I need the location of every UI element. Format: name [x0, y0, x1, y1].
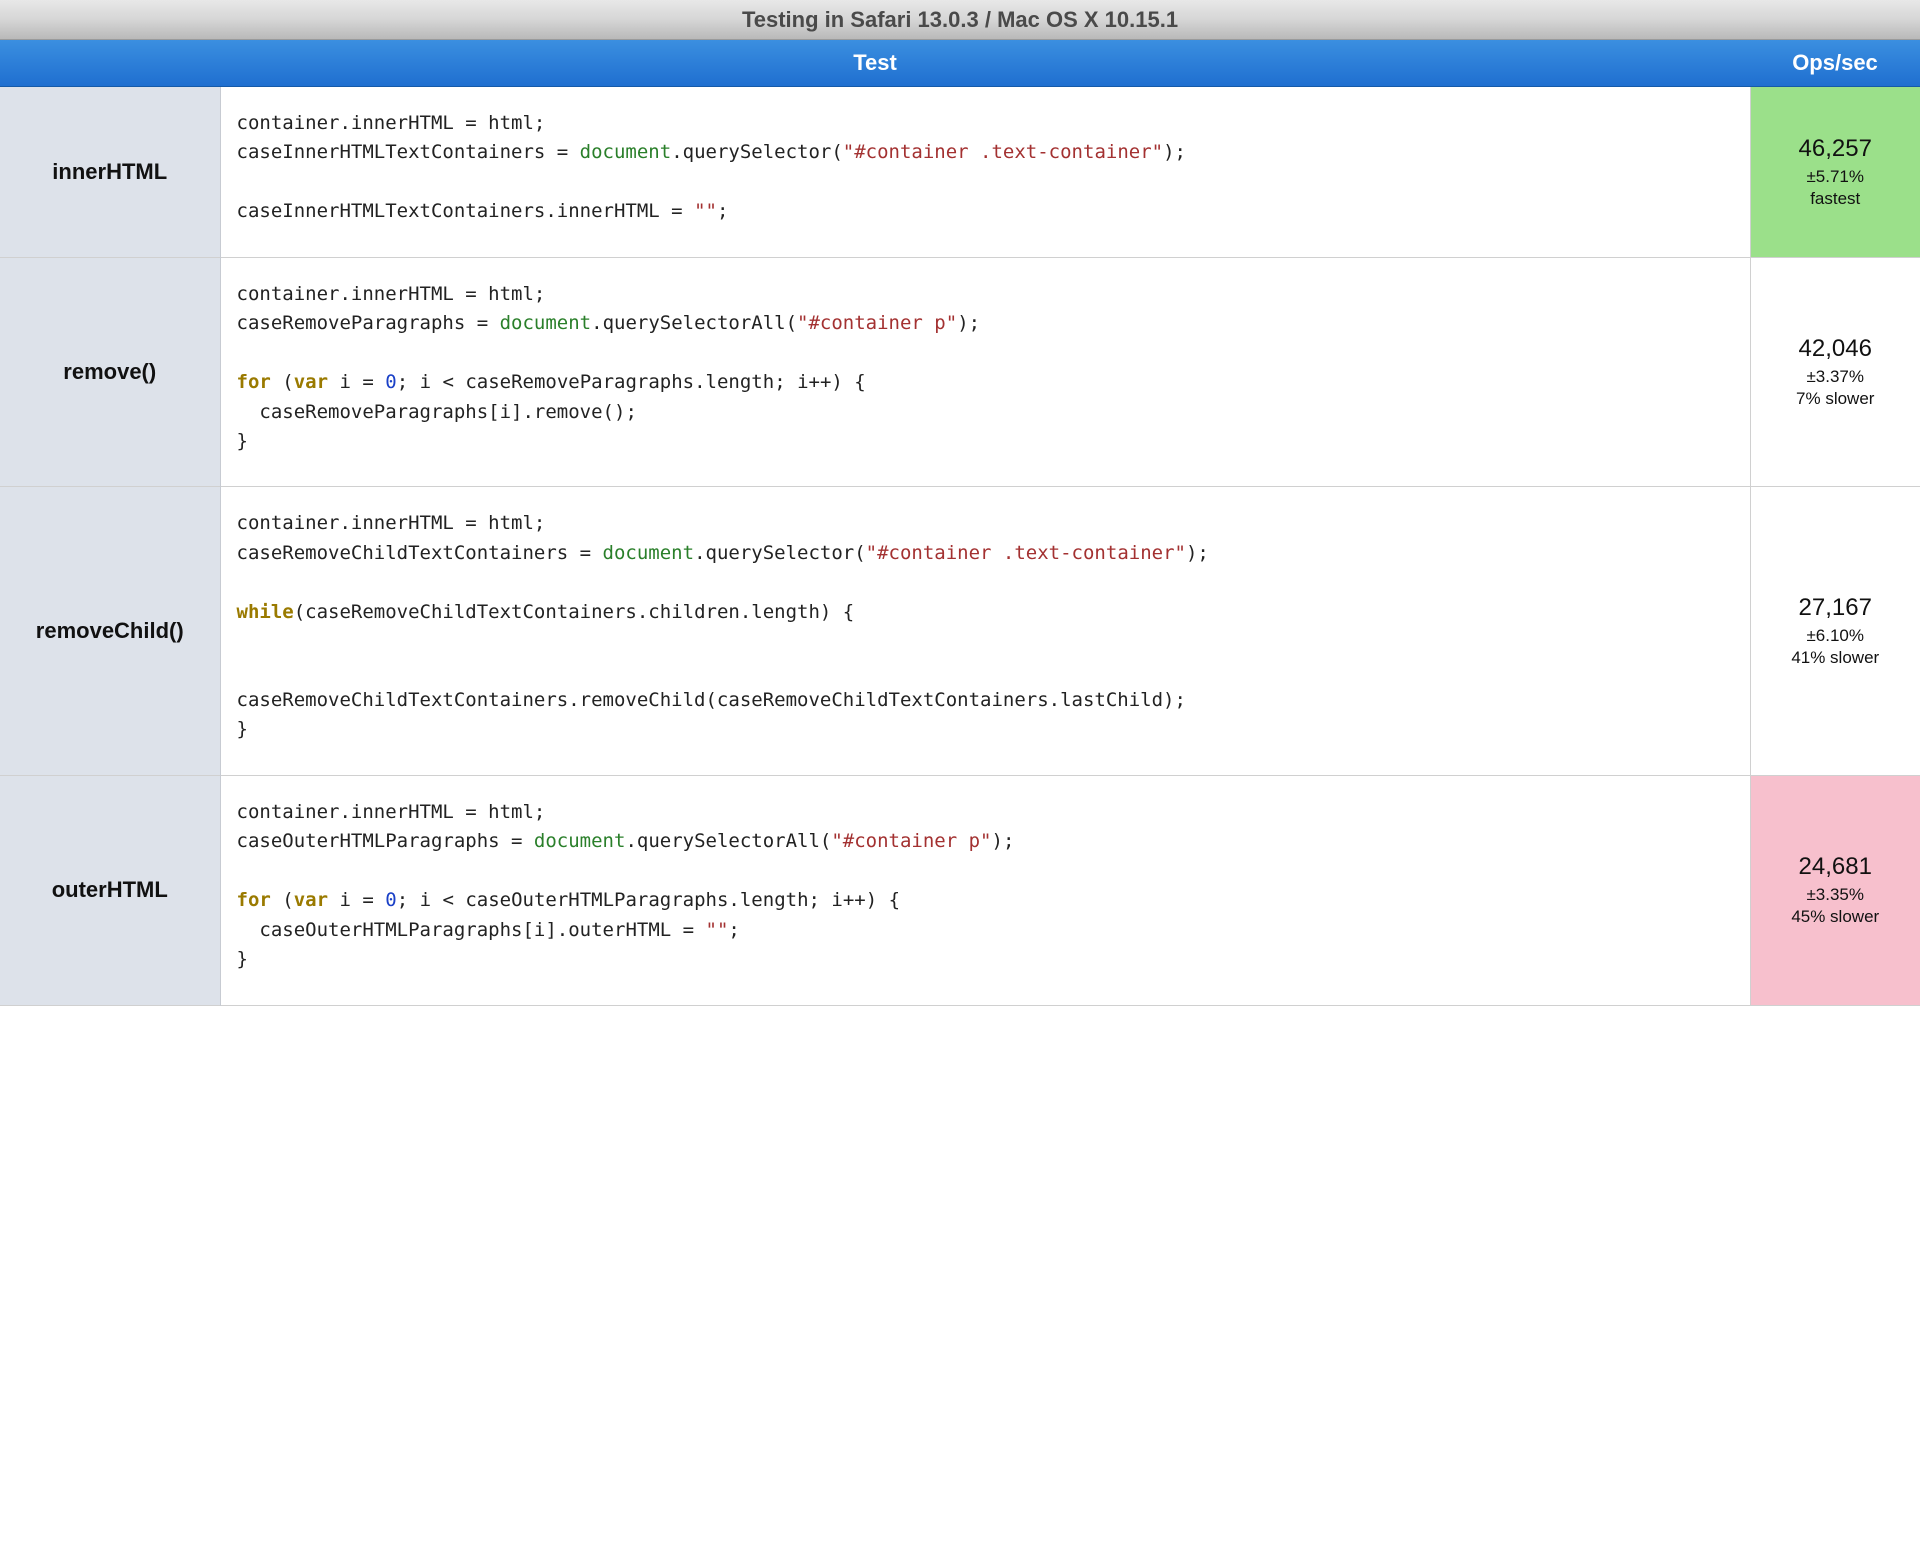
ops-value: 42,046	[1759, 335, 1913, 363]
ops-cell: 27,167 ±6.10%41% slower	[1750, 487, 1920, 776]
ops-value: 46,257	[1759, 135, 1913, 163]
window-titlebar: Testing in Safari 13.0.3 / Mac OS X 10.1…	[0, 0, 1920, 40]
ops-note: 7% slower	[1759, 389, 1913, 409]
ops-note: fastest	[1759, 189, 1913, 209]
ops-error: ±3.37%	[1759, 367, 1913, 387]
ops-note: 45% slower	[1759, 907, 1913, 927]
test-code-cell: container.innerHTML = html; caseOuterHTM…	[220, 775, 1750, 1005]
code-snippet: container.innerHTML = html; caseOuterHTM…	[237, 798, 1734, 975]
benchmark-table: Test Ops/sec innerHTMLcontainer.innerHTM…	[0, 40, 1920, 1006]
test-code-cell: container.innerHTML = html; caseInnerHTM…	[220, 87, 1750, 258]
ops-error: ±5.71%	[1759, 167, 1913, 187]
col-header-test: Test	[0, 40, 1750, 87]
table-row: innerHTMLcontainer.innerHTML = html; cas…	[0, 87, 1920, 258]
code-snippet: container.innerHTML = html; caseInnerHTM…	[237, 109, 1734, 227]
ops-value: 27,167	[1759, 594, 1913, 622]
ops-note: 41% slower	[1759, 648, 1913, 668]
code-snippet: container.innerHTML = html; caseRemovePa…	[237, 280, 1734, 457]
test-name-cell: outerHTML	[0, 775, 220, 1005]
test-code-cell: container.innerHTML = html; caseRemoveCh…	[220, 487, 1750, 776]
ops-cell: 24,681 ±3.35%45% slower	[1750, 775, 1920, 1005]
ops-cell: 42,046 ±3.37%7% slower	[1750, 257, 1920, 487]
col-header-ops: Ops/sec	[1750, 40, 1920, 87]
ops-error: ±6.10%	[1759, 626, 1913, 646]
table-row: outerHTMLcontainer.innerHTML = html; cas…	[0, 775, 1920, 1005]
ops-cell: 46,257 ±5.71%fastest	[1750, 87, 1920, 258]
code-snippet: container.innerHTML = html; caseRemoveCh…	[237, 509, 1734, 745]
table-header-row: Test Ops/sec	[0, 40, 1920, 87]
table-row: removeChild()container.innerHTML = html;…	[0, 487, 1920, 776]
ops-error: ±3.35%	[1759, 885, 1913, 905]
test-code-cell: container.innerHTML = html; caseRemovePa…	[220, 257, 1750, 487]
test-name-cell: remove()	[0, 257, 220, 487]
ops-value: 24,681	[1759, 853, 1913, 881]
test-name-cell: innerHTML	[0, 87, 220, 258]
table-row: remove()container.innerHTML = html; case…	[0, 257, 1920, 487]
test-name-cell: removeChild()	[0, 487, 220, 776]
